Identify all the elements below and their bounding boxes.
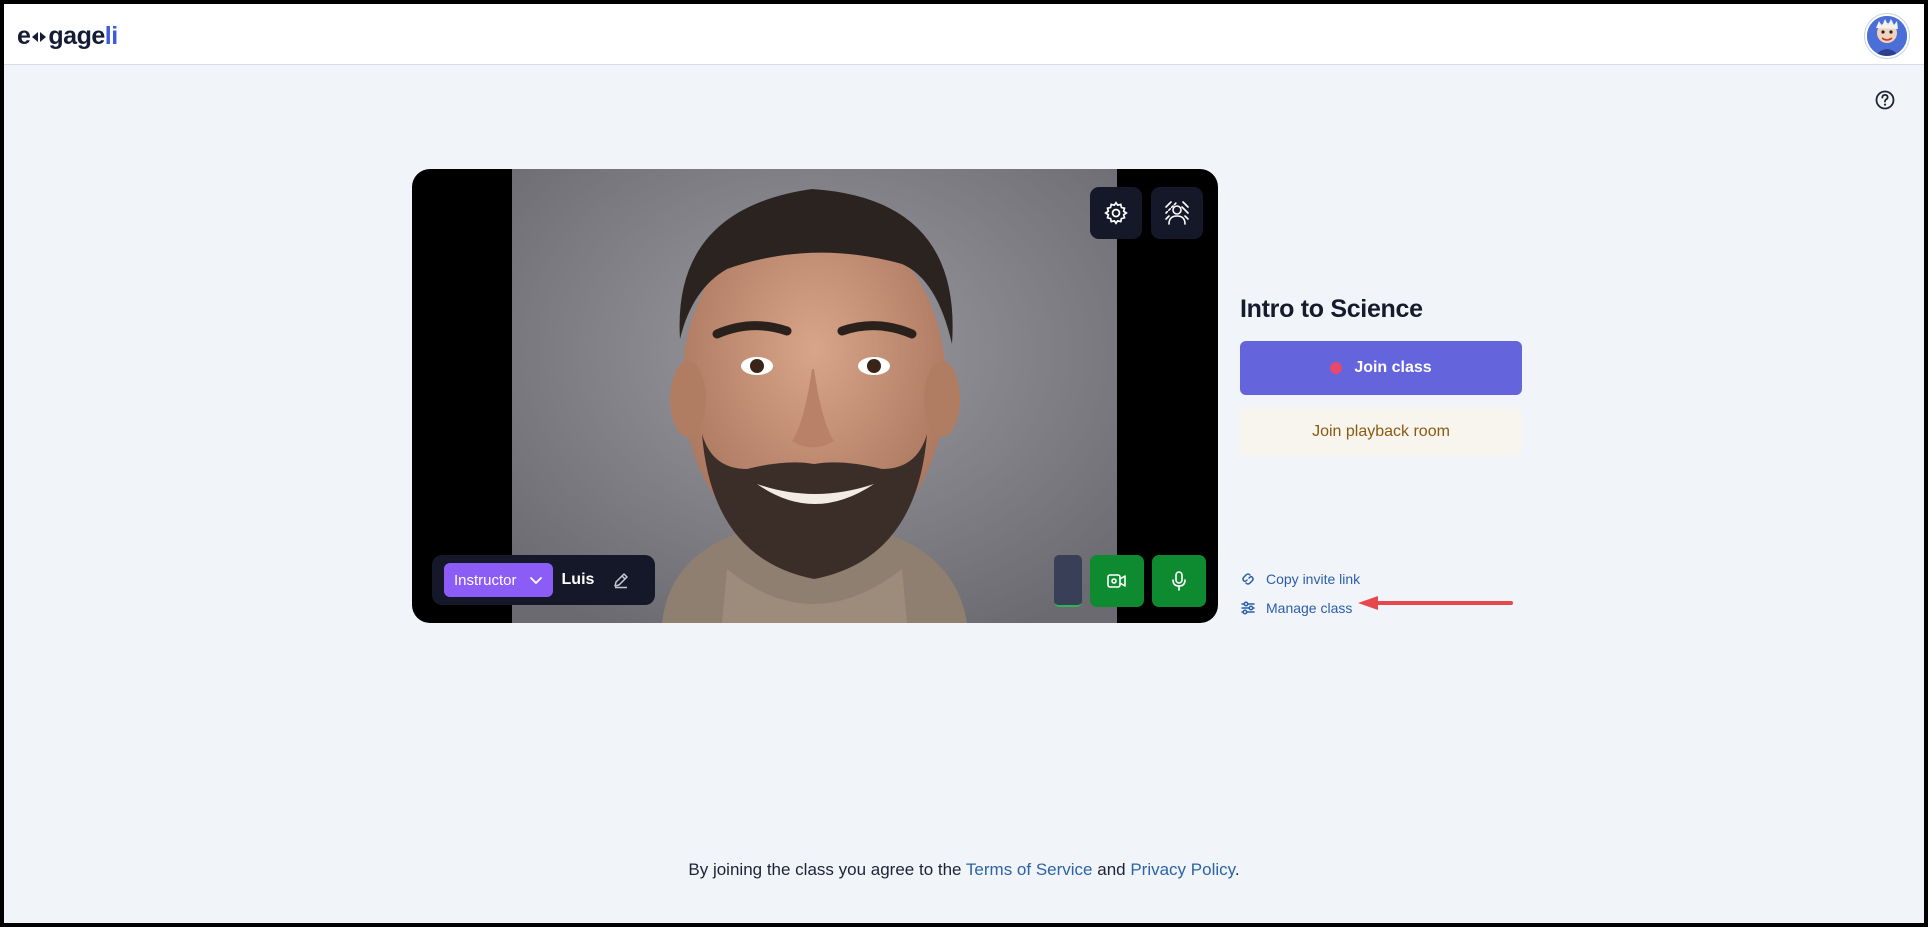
sliders-icon	[1241, 601, 1255, 615]
background-effects-button[interactable]	[1151, 187, 1203, 239]
settings-button[interactable]	[1090, 187, 1142, 239]
logo-mark-icon	[32, 32, 47, 43]
footer-text-suffix: .	[1234, 860, 1240, 879]
audio-level-meter	[1054, 555, 1082, 607]
join-class-button[interactable]: Join class	[1240, 341, 1522, 395]
footer-text-middle: and	[1092, 860, 1131, 879]
edit-name-button[interactable]	[612, 571, 630, 589]
record-dot-icon	[1330, 362, 1343, 374]
role-dropdown[interactable]: Instructor	[444, 563, 553, 597]
pencil-icon	[614, 573, 629, 589]
user-avatar-icon[interactable]	[1865, 14, 1909, 58]
manage-class-link[interactable]: Manage class	[1240, 600, 1352, 616]
chevron-down-icon	[529, 577, 542, 585]
help-circle-icon[interactable]	[1874, 89, 1896, 111]
class-title: Intro to Science	[1240, 295, 1423, 323]
copy-invite-label: Copy invite link	[1266, 571, 1361, 587]
camera-toggle-button[interactable]	[1090, 555, 1144, 607]
role-label: Instructor	[454, 571, 517, 589]
annotation-arrow-icon	[1358, 596, 1513, 610]
footer-text-prefix: By joining the class you agree to the	[688, 860, 966, 879]
terms-footer: By joining the class you agree to the Te…	[4, 860, 1924, 880]
background-blur-icon	[1165, 201, 1189, 225]
gear-icon	[1104, 201, 1128, 225]
video-preview: Instructor Luis	[412, 169, 1218, 623]
microphone-icon	[1172, 571, 1186, 591]
terms-of-service-link[interactable]: Terms of Service	[966, 860, 1093, 879]
manage-class-label: Manage class	[1266, 600, 1353, 616]
participant-name: Luis	[561, 571, 595, 588]
join-playback-room-button[interactable]: Join playback room	[1240, 408, 1522, 456]
video-camera-icon	[1107, 574, 1126, 588]
copy-invite-link[interactable]: Copy invite link	[1240, 571, 1360, 587]
top-bar: e gageli	[4, 4, 1924, 65]
join-class-label: Join class	[1354, 359, 1432, 376]
link-icon	[1242, 573, 1254, 585]
participant-name-pill: Instructor Luis	[432, 555, 655, 605]
engageli-logo[interactable]: e gageli	[17, 22, 118, 51]
app-frame: e gageli Instructor Luis Intro to Scienc…	[4, 4, 1924, 923]
microphone-toggle-button[interactable]	[1152, 555, 1206, 607]
join-playback-label: Join playback room	[1312, 423, 1450, 440]
privacy-policy-link[interactable]: Privacy Policy	[1130, 860, 1235, 879]
